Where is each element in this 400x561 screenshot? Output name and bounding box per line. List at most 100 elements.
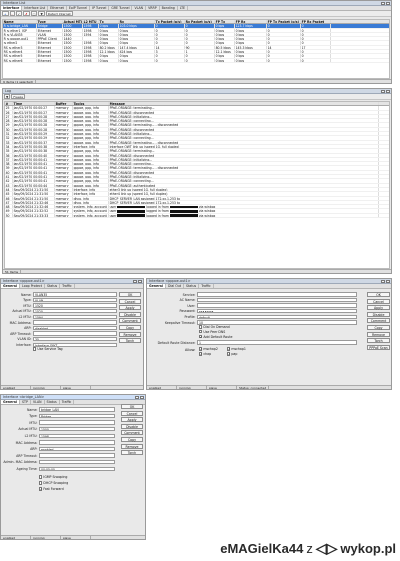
tab-status[interactable]: Status <box>184 284 200 288</box>
checkbox[interactable]: ✓ <box>199 352 203 356</box>
field-input[interactable]: enabled <box>39 446 115 452</box>
field-input[interactable] <box>197 303 357 308</box>
field-input[interactable]: VLAN35 <box>33 292 117 297</box>
tab-interface[interactable]: Interface <box>1 6 23 10</box>
disable-button[interactable]: Disable <box>367 311 390 317</box>
toolbar-button[interactable]: - <box>9 11 15 16</box>
apply-button[interactable]: Apply <box>119 305 141 311</box>
checkbox[interactable] <box>39 481 43 485</box>
column-header[interactable]: # <box>5 102 13 106</box>
field-input[interactable]: 00:05:00 <box>39 466 115 472</box>
cancel-button[interactable]: Cancel <box>119 298 141 304</box>
field-input[interactable]: VLAN <box>33 297 117 303</box>
window-controls[interactable] <box>135 395 145 399</box>
tab-stp[interactable]: STP <box>20 400 31 404</box>
field-input[interactable] <box>39 453 115 458</box>
use-service-tag-checkbox[interactable] <box>33 347 37 351</box>
tab-vrrp[interactable]: VRRP <box>146 6 160 10</box>
checkbox[interactable] <box>39 475 43 479</box>
toolbar-button[interactable]: ▢ <box>30 11 38 16</box>
filter-button[interactable]: ▼ <box>4 94 11 99</box>
field-input[interactable]: default <box>197 314 357 320</box>
tab-ethernet[interactable]: Ethernet <box>48 6 67 10</box>
window-controls[interactable] <box>381 279 391 283</box>
window-controls[interactable] <box>133 279 143 283</box>
field-input[interactable] <box>39 420 115 425</box>
checkbox-row[interactable]: IGMP Snooping <box>39 475 67 479</box>
comment-button[interactable]: Comment <box>121 430 143 436</box>
column-header[interactable]: FP Tx <box>215 20 235 24</box>
column-header[interactable]: Actual MTU <box>63 20 83 24</box>
tab-vlan[interactable]: VLAN <box>31 400 45 404</box>
field-input[interactable] <box>39 440 115 445</box>
checkbox[interactable]: ✓ <box>227 352 231 356</box>
tab-status[interactable]: Status <box>45 400 60 404</box>
tab-ip-tunnel[interactable]: IP Tunnel <box>90 6 110 10</box>
torch-button[interactable]: Torch <box>119 338 141 344</box>
ok-button[interactable]: OK <box>121 404 143 409</box>
allow-option[interactable]: ✓pap <box>227 352 237 356</box>
route-distance-input[interactable]: 1 <box>197 340 357 345</box>
cancel-button[interactable]: Cancel <box>121 410 143 416</box>
field-input[interactable]: Bridge <box>39 413 115 419</box>
table-row[interactable]: 50 Sep/09/2024 21:33:33 memory system, info… <box>5 213 389 219</box>
field-input[interactable]: 1594 <box>33 314 117 320</box>
copy-button[interactable]: Copy <box>119 324 141 330</box>
field-input[interactable]: 35 <box>33 337 117 342</box>
remove-button[interactable]: Remove <box>119 331 141 337</box>
allow-option[interactable]: ✓chap <box>199 352 211 356</box>
checkbox[interactable] <box>199 325 203 329</box>
field-input[interactable] <box>197 292 357 297</box>
comment-button[interactable]: Comment <box>119 318 141 324</box>
ok-button[interactable]: OK <box>119 292 141 297</box>
disable-button[interactable]: Disable <box>119 311 141 317</box>
allow-option[interactable]: ✓mschap2 <box>199 347 218 351</box>
checkbox-row[interactable]: DHCP Snooping <box>39 481 68 485</box>
field-input[interactable] <box>33 320 117 325</box>
field-input[interactable] <box>39 460 115 465</box>
checkbox-row[interactable]: Dial On Demand <box>199 325 230 329</box>
column-header[interactable]: L2 MTU <box>83 20 99 24</box>
apply-button[interactable]: Apply <box>121 417 143 423</box>
copy-button[interactable]: Copy <box>367 324 390 330</box>
tab-status[interactable]: Status <box>45 284 61 288</box>
remove-button[interactable]: Remove <box>121 443 143 449</box>
field-input[interactable]: bridge_LAN <box>39 407 115 412</box>
tab-loop-protect[interactable]: Loop Protect <box>20 284 45 288</box>
comment-button[interactable]: Comment <box>367 318 390 324</box>
checkbox-row[interactable]: ✓Fast Forward <box>39 487 64 491</box>
tab-traffic[interactable]: Traffic <box>60 284 75 288</box>
checkbox[interactable]: ✓ <box>39 487 43 491</box>
allow-option[interactable]: ✓mschap1 <box>227 347 246 351</box>
freeze-button[interactable]: Freeze <box>11 94 26 99</box>
column-header[interactable]: FP Tx Packet (p/s) <box>267 20 301 24</box>
field-input[interactable]: 1520 <box>33 309 117 314</box>
field-input[interactable]: 1520 <box>33 303 117 308</box>
column-header[interactable]: Buffer <box>55 102 73 106</box>
tab-general[interactable]: General <box>147 284 167 288</box>
field-input[interactable] <box>33 331 117 336</box>
checkbox[interactable]: ✓ <box>199 334 203 339</box>
field-input[interactable]: 1598 <box>39 433 115 439</box>
copy-button[interactable]: Copy <box>121 436 143 442</box>
tab-lte[interactable]: LTE <box>178 6 189 10</box>
disable-button[interactable]: Disable <box>121 423 143 429</box>
column-header[interactable]: Tx <box>99 20 119 24</box>
tab-vlan[interactable]: VLAN <box>132 6 147 10</box>
column-header[interactable]: Name <box>3 20 37 24</box>
torch-button[interactable]: Torch <box>367 338 390 344</box>
toolbar-button[interactable]: Detect Internet <box>45 11 73 16</box>
column-header[interactable]: Rx Packet (p/s) <box>185 20 215 24</box>
toolbar-button[interactable]: ▼ <box>38 11 45 16</box>
tab-traffic[interactable]: Traffic <box>199 284 214 288</box>
column-header[interactable]: Tx Packet (p/s) <box>155 20 185 24</box>
tab-dial-out[interactable]: Dial Out <box>166 284 185 288</box>
pppoe-scan-button[interactable]: PPPoE Scan <box>367 344 390 350</box>
use-service-tag-row[interactable]: Use Service Tag <box>33 347 63 351</box>
checkbox[interactable]: ✓ <box>227 347 231 351</box>
column-header[interactable]: FP Rx <box>235 20 267 24</box>
toolbar-button[interactable]: + <box>2 11 9 16</box>
field-input[interactable]: 1500 <box>39 427 115 432</box>
column-header[interactable]: Type <box>37 20 63 24</box>
column-header[interactable]: Topics <box>73 102 109 106</box>
